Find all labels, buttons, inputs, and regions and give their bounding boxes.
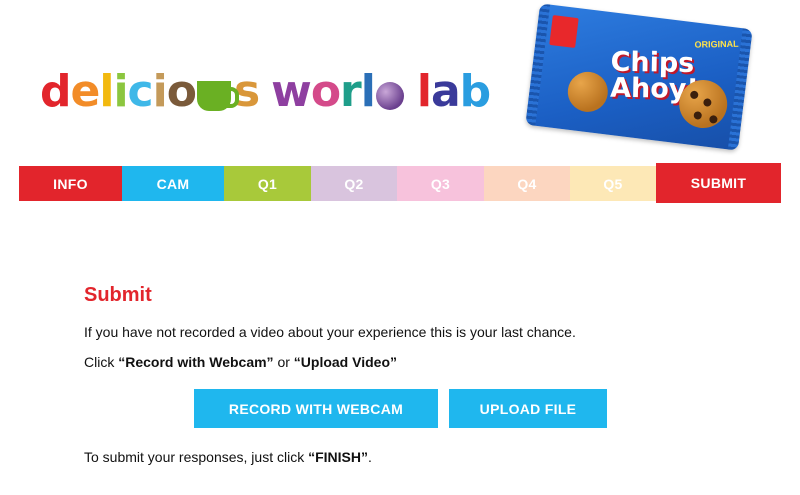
product-variant: ORIGINAL xyxy=(694,38,739,50)
logo-letter: i xyxy=(152,66,168,117)
product-package-image: Chips Ahoy! ORIGINAL xyxy=(525,3,753,151)
tab-q2[interactable]: Q2 xyxy=(311,166,397,201)
upload-option-text: “Upload Video” xyxy=(293,354,397,371)
tab-q5[interactable]: Q5 xyxy=(570,166,656,201)
logo-letter: a xyxy=(430,66,461,117)
logo-letter: w xyxy=(271,66,312,117)
logo-letter: r xyxy=(340,66,362,117)
instruction-text: Click “Record with Webcam” or “Upload Vi… xyxy=(84,353,724,371)
record-with-webcam-button[interactable]: RECORD WITH WEBCAM xyxy=(194,389,438,429)
logo-letter: o xyxy=(310,66,341,117)
tab-cam[interactable]: CAM xyxy=(122,166,224,201)
logo-letter: d xyxy=(40,66,71,117)
step-tabs: INFO CAM Q1 Q2 Q3 Q4 Q5 SUBMIT xyxy=(19,163,781,203)
logo-letter: b xyxy=(459,66,491,117)
tab-q4[interactable]: Q4 xyxy=(484,166,570,201)
video-actions: RECORD WITH WEBCAM UPLOAD FILE xyxy=(194,389,724,429)
finish-suffix: . xyxy=(367,449,372,466)
logo-letter: c xyxy=(127,66,154,117)
record-option-text: “Record with Webcam” xyxy=(118,354,274,371)
upload-file-button[interactable]: UPLOAD FILE xyxy=(449,389,607,429)
coffee-cup-icon xyxy=(196,81,239,111)
tab-submit[interactable]: SUBMIT xyxy=(656,163,781,203)
logo-letter: l xyxy=(360,66,376,117)
logo-letter: e xyxy=(70,66,101,117)
logo-letter: i xyxy=(113,66,128,117)
tab-q1[interactable]: Q1 xyxy=(224,166,311,201)
logo-letter: l xyxy=(416,66,432,117)
submit-section: Submit If you have not recorded a video … xyxy=(84,284,724,467)
brand-logo: d e l i c i o s w o r l l a b xyxy=(40,66,491,117)
instruction-or: or xyxy=(273,354,294,371)
page-title: Submit xyxy=(84,284,152,306)
instruction-prefix: Click xyxy=(84,354,119,371)
finish-instruction-text: To submit your responses, just click “FI… xyxy=(84,448,724,466)
tab-info[interactable]: INFO xyxy=(19,166,122,201)
last-chance-text: If you have not recorded a video about y… xyxy=(84,324,576,340)
brand-badge-icon xyxy=(549,15,579,48)
finish-word: “FINISH” xyxy=(308,449,368,466)
product-name: Chips Ahoy! xyxy=(609,46,700,105)
cookie-icon xyxy=(565,69,611,115)
cookie-swirl-icon xyxy=(375,82,404,110)
logo-letter: o xyxy=(166,66,197,117)
logo-letter: l xyxy=(99,66,114,117)
tab-q3[interactable]: Q3 xyxy=(397,166,484,201)
finish-prefix: To submit your responses, just click xyxy=(84,449,309,466)
